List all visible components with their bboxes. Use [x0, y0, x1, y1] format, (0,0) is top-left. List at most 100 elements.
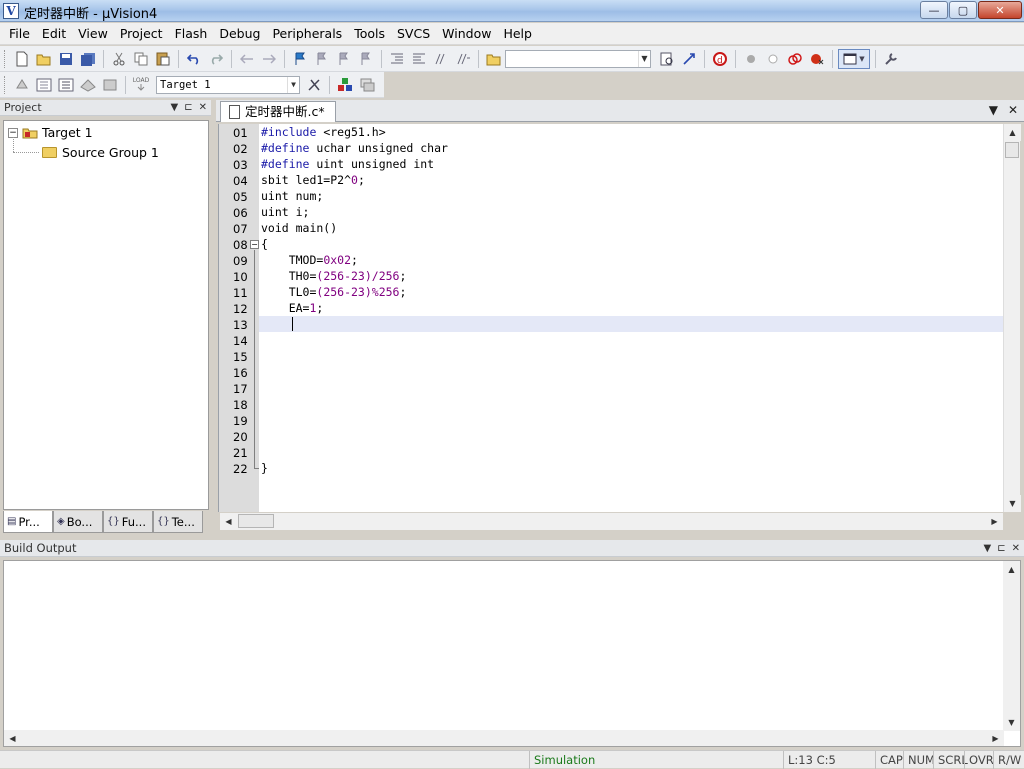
- undo-icon[interactable]: [184, 49, 204, 69]
- menu-edit[interactable]: Edit: [36, 24, 72, 44]
- next-bookmark-icon[interactable]: [334, 49, 354, 69]
- batch-build-icon[interactable]: [78, 75, 98, 95]
- disable-all-breakpoints-icon[interactable]: [785, 49, 805, 69]
- window-layout-icon[interactable]: ▼: [838, 48, 870, 69]
- redo-icon[interactable]: [206, 49, 226, 69]
- tab-project[interactable]: ▤ Pr...: [3, 511, 53, 533]
- menu-help[interactable]: Help: [497, 24, 538, 44]
- manage-components-icon[interactable]: [335, 75, 355, 95]
- tab-functions[interactable]: {} Fu...: [103, 511, 153, 533]
- build-horizontal-scrollbar[interactable]: ◀ ▶: [4, 730, 1004, 746]
- prev-bookmark-icon[interactable]: [312, 49, 332, 69]
- navigate-back-icon[interactable]: [237, 49, 257, 69]
- scroll-down-icon[interactable]: ▼: [1003, 714, 1020, 731]
- build-output-pane[interactable]: ▲ ▼ ◀ ▶: [3, 560, 1021, 747]
- save-all-icon[interactable]: [78, 49, 98, 69]
- navigate-forward-icon[interactable]: [259, 49, 279, 69]
- menu-project[interactable]: Project: [114, 24, 169, 44]
- unindent-icon[interactable]: [409, 49, 429, 69]
- toolbar-grip[interactable]: [4, 49, 7, 68]
- panel-close-icon[interactable]: ✕: [199, 102, 207, 113]
- configure-icon[interactable]: [881, 49, 901, 69]
- close-button[interactable]: ✕: [978, 1, 1022, 19]
- collapse-icon[interactable]: −: [8, 127, 18, 138]
- tree-item-target[interactable]: − Target 1: [8, 125, 93, 140]
- breakpoint-icon[interactable]: [741, 49, 761, 69]
- scroll-left-icon[interactable]: ◀: [4, 730, 21, 746]
- scroll-up-icon[interactable]: ▲: [1004, 124, 1021, 141]
- panel-menu-dropdown-icon[interactable]: ▼: [984, 543, 992, 554]
- pin-icon[interactable]: ⊏: [997, 543, 1005, 554]
- toolbar-grip[interactable]: [4, 75, 7, 94]
- disable-breakpoint-icon[interactable]: [763, 49, 783, 69]
- tab-books[interactable]: ◈ Bo...: [53, 511, 103, 533]
- save-icon[interactable]: [56, 49, 76, 69]
- menu-flash[interactable]: Flash: [169, 24, 214, 44]
- copy-icon[interactable]: [131, 49, 151, 69]
- editor-horizontal-scrollbar[interactable]: ◀ ▶: [220, 513, 1003, 530]
- debug-session-icon[interactable]: d: [710, 49, 730, 69]
- menu-peripherals[interactable]: Peripherals: [266, 24, 348, 44]
- kill-all-breakpoints-icon[interactable]: [807, 49, 827, 69]
- code-line: uint num;: [261, 189, 324, 203]
- cut-icon[interactable]: [109, 49, 129, 69]
- scroll-right-icon[interactable]: ▶: [986, 513, 1003, 530]
- tab-templates[interactable]: {} Te...: [153, 511, 203, 533]
- select-packs-icon[interactable]: [357, 75, 377, 95]
- pin-icon[interactable]: ⊏: [184, 102, 192, 113]
- find-combobox[interactable]: ▼: [505, 49, 651, 68]
- fold-toggle-icon[interactable]: −: [250, 240, 259, 249]
- paste-icon[interactable]: [153, 49, 173, 69]
- scroll-left-icon[interactable]: ◀: [220, 513, 237, 530]
- comment-icon[interactable]: [431, 49, 451, 69]
- bookmark-icon[interactable]: [290, 49, 310, 69]
- target-options-icon[interactable]: [304, 75, 324, 95]
- overwrite-indicator: OVR: [964, 751, 994, 769]
- rebuild-icon[interactable]: [56, 75, 76, 95]
- stop-build-icon[interactable]: [100, 75, 120, 95]
- find-in-files-icon[interactable]: [484, 49, 504, 69]
- code-line: #define uchar unsigned char: [261, 140, 448, 156]
- indent-icon[interactable]: [387, 49, 407, 69]
- tab-source-file[interactable]: 定时器中断.c*: [220, 101, 336, 122]
- numeric-literal: 0x02: [323, 253, 352, 267]
- code-editor[interactable]: 01 02 03 04 05 06 07 08 09 10 11 12 13 1…: [218, 124, 1005, 512]
- clear-bookmarks-icon[interactable]: [356, 49, 376, 69]
- target-select[interactable]: Target 1 ▼: [156, 75, 300, 94]
- chevron-down-icon[interactable]: ▼: [638, 50, 650, 67]
- menu-view[interactable]: View: [72, 24, 114, 44]
- tab-list-dropdown-icon[interactable]: ▼: [989, 103, 998, 117]
- download-icon[interactable]: LOAD: [131, 75, 151, 95]
- scrollbar-thumb[interactable]: [238, 514, 274, 528]
- scroll-right-icon[interactable]: ▶: [987, 730, 1004, 746]
- chevron-down-icon[interactable]: ▼: [287, 76, 299, 93]
- scroll-down-icon[interactable]: ▼: [1004, 495, 1021, 512]
- panel-close-icon[interactable]: ✕: [1012, 543, 1020, 554]
- close-tab-icon[interactable]: ✕: [1008, 103, 1018, 117]
- tab-label: 定时器中断.c*: [245, 104, 325, 119]
- source-browse-icon[interactable]: [679, 49, 699, 69]
- menu-tools[interactable]: Tools: [348, 24, 391, 44]
- build-icon[interactable]: [34, 75, 54, 95]
- status-bar: Simulation L:13 C:5 CAP NUM SCRL OVR R/W: [0, 750, 1024, 769]
- scrollbar-thumb[interactable]: [1005, 142, 1019, 158]
- editor-vertical-scrollbar[interactable]: ▲ ▼: [1003, 124, 1021, 512]
- new-file-icon[interactable]: [12, 49, 32, 69]
- build-vertical-scrollbar[interactable]: ▲ ▼: [1003, 561, 1020, 731]
- books-tab-icon: ◈: [57, 516, 65, 527]
- incremental-find-icon[interactable]: [657, 49, 677, 69]
- panel-menu-dropdown-icon[interactable]: ▼: [171, 102, 179, 113]
- minimize-button[interactable]: —: [920, 1, 948, 19]
- menu-file[interactable]: File: [3, 24, 36, 44]
- editor-tab-bar: 定时器中断.c* ▼ ✕: [216, 100, 1024, 122]
- tree-item-source-group[interactable]: Source Group 1: [42, 145, 159, 160]
- uncomment-icon[interactable]: [453, 49, 473, 69]
- menu-svcs[interactable]: SVCS: [391, 24, 436, 44]
- translate-icon[interactable]: [12, 75, 32, 95]
- maximize-button[interactable]: ▢: [949, 1, 977, 19]
- scroll-up-icon[interactable]: ▲: [1003, 561, 1020, 578]
- open-folder-icon[interactable]: [34, 49, 54, 69]
- code-line: }: [261, 461, 268, 475]
- menu-window[interactable]: Window: [436, 24, 497, 44]
- menu-debug[interactable]: Debug: [213, 24, 266, 44]
